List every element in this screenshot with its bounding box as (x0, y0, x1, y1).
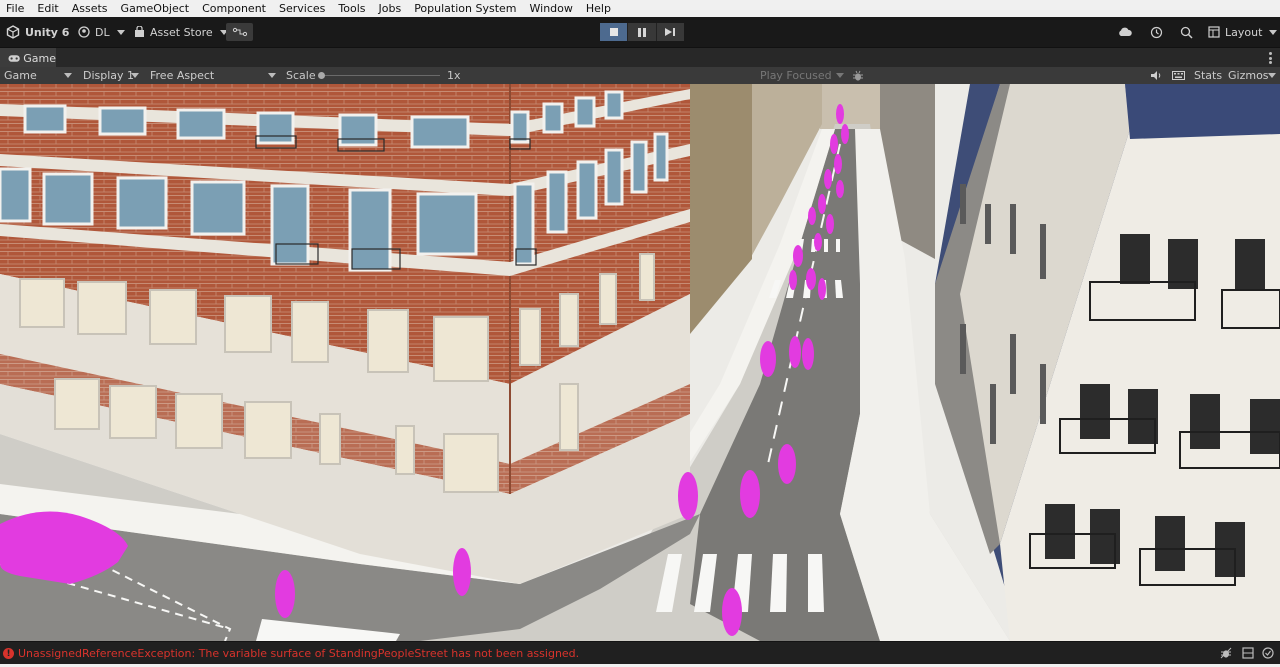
account-label: DL (95, 25, 110, 39)
menu-file[interactable]: File (0, 0, 31, 17)
gizmos-dropdown[interactable]: Gizmos (1224, 68, 1280, 83)
search-button[interactable] (1180, 22, 1193, 42)
cloud-button[interactable] (1118, 22, 1132, 42)
menu-gameobject[interactable]: GameObject (115, 0, 197, 17)
account-dropdown[interactable]: DL (78, 22, 125, 42)
layout-dropdown[interactable]: Layout (1208, 22, 1278, 42)
game-view-toolbar: Game Display 1 Free Aspect Scale 1x Play… (0, 67, 1280, 85)
view-mode-label: Game (4, 69, 37, 82)
asset-store-dropdown[interactable]: Asset Store (134, 22, 228, 42)
play-focused-dropdown[interactable]: Play Focused (756, 68, 848, 83)
chevron-down-icon (1268, 73, 1276, 78)
asset-store-icon (135, 26, 144, 37)
menu-bar: File Edit Assets GameObject Component Se… (0, 0, 1280, 17)
bug-report-button[interactable] (1220, 647, 1232, 662)
display-dropdown[interactable]: Display 1 (79, 68, 143, 83)
scale-slider-thumb[interactable] (318, 72, 325, 79)
build-icon (1242, 647, 1254, 659)
debug-button[interactable] (852, 67, 864, 84)
tab-menu-icon[interactable] (1269, 52, 1272, 64)
aspect-dropdown[interactable]: Free Aspect (146, 68, 280, 83)
mute-audio-button[interactable] (1150, 67, 1162, 84)
build-status-button[interactable] (1242, 647, 1254, 662)
debug-icon (853, 70, 863, 81)
game-tab-icon (8, 54, 20, 62)
chevron-down-icon (116, 29, 125, 35)
version-control-icon (232, 27, 247, 37)
search-icon (1180, 26, 1193, 39)
scale-slider[interactable] (318, 72, 442, 79)
menu-component[interactable]: Component (196, 0, 273, 17)
version-control-button[interactable] (226, 23, 253, 41)
chevron-down-icon (1269, 29, 1278, 35)
menu-services[interactable]: Services (273, 0, 332, 17)
chevron-down-icon (64, 73, 72, 78)
status-bar[interactable]: ! UnassignedReferenceException: The vari… (0, 641, 1280, 665)
keyboard-shortcuts-button[interactable] (1172, 67, 1185, 84)
pause-icon (637, 27, 646, 37)
scale-label: Scale (286, 69, 316, 82)
display-label: Display 1 (83, 69, 135, 82)
step-button[interactable] (656, 23, 684, 41)
mute-icon (1151, 71, 1161, 80)
chevron-down-icon (268, 73, 276, 78)
pause-button[interactable] (628, 23, 657, 41)
scene-render (0, 84, 1280, 641)
main-toolbar: Unity 6 DL Asset Store Layout (0, 17, 1280, 47)
layout-label: Layout (1225, 25, 1263, 39)
aspect-label: Free Aspect (150, 69, 215, 82)
app-label: Unity 6 (25, 25, 70, 39)
tab-label: Game (23, 51, 56, 65)
bug-icon (1220, 647, 1232, 659)
unity-logo-icon (6, 25, 20, 39)
game-viewport[interactable] (0, 84, 1280, 641)
menu-edit[interactable]: Edit (31, 0, 65, 17)
cloud-icon (1119, 27, 1132, 36)
window-tab-bar: Game (0, 47, 1280, 68)
stop-icon (609, 28, 618, 36)
stop-button[interactable] (600, 23, 629, 41)
stats-button[interactable]: Stats (1194, 67, 1222, 84)
menu-help[interactable]: Help (580, 0, 618, 17)
tab-game[interactable]: Game (0, 48, 56, 68)
menu-window[interactable]: Window (524, 0, 580, 17)
menu-population-system[interactable]: Population System (408, 0, 523, 17)
error-icon: ! (3, 648, 14, 659)
play-focused-label: Play Focused (760, 69, 832, 82)
view-mode-dropdown[interactable]: Game (0, 68, 76, 83)
account-icon (78, 26, 90, 38)
gizmos-label: Gizmos (1228, 69, 1269, 82)
scale-value: 1x (447, 69, 461, 82)
menu-jobs[interactable]: Jobs (373, 0, 409, 17)
asset-store-label: Asset Store (150, 25, 213, 39)
check-icon (1262, 647, 1274, 659)
menu-tools[interactable]: Tools (332, 0, 372, 17)
history-icon (1150, 26, 1163, 38)
chevron-down-icon (836, 73, 844, 78)
keyboard-icon (1172, 71, 1185, 80)
unity-account-button[interactable]: Unity 6 (6, 22, 69, 42)
playmode-controls (600, 23, 684, 41)
menu-assets[interactable]: Assets (66, 0, 115, 17)
console-error-message[interactable]: UnassignedReferenceException: The variab… (18, 647, 579, 660)
chevron-down-icon (131, 73, 139, 78)
progress-status-button[interactable] (1262, 647, 1274, 662)
layout-icon (1208, 26, 1220, 38)
step-icon (665, 28, 676, 36)
history-button[interactable] (1150, 22, 1163, 42)
